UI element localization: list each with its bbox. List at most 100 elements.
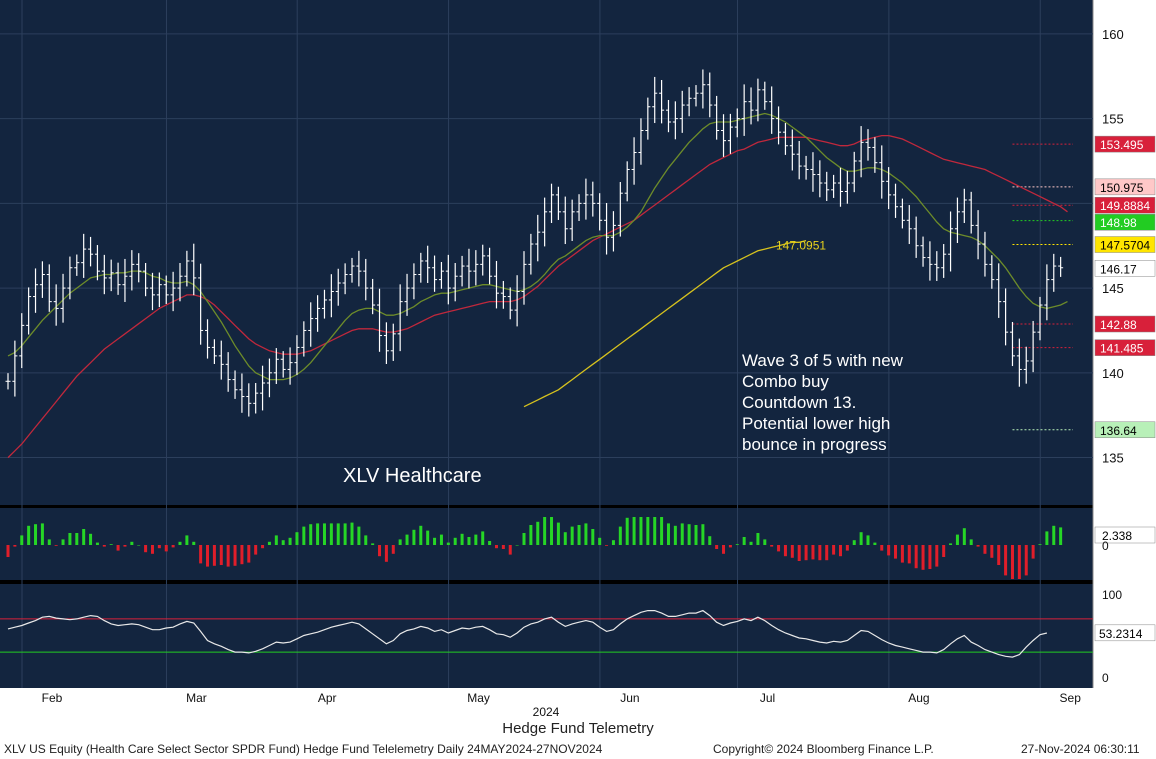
macd-histogram-bar: [997, 545, 1001, 565]
macd-histogram-bar: [336, 523, 340, 545]
macd-histogram-bar: [322, 523, 326, 545]
macd-histogram-bar: [474, 534, 478, 545]
macd-histogram-bar: [89, 533, 93, 545]
macd-histogram-bar: [728, 545, 732, 548]
macd-histogram-bar: [426, 530, 430, 545]
macd-histogram-bar: [715, 545, 719, 549]
macd-histogram-bar: [804, 545, 808, 561]
month-label: Sep: [1060, 691, 1082, 705]
macd-histogram-bar: [825, 545, 829, 561]
macd-histogram-bar: [446, 542, 450, 545]
macd-histogram-bar: [680, 523, 684, 545]
rsi-tick-label: 0: [1102, 671, 1109, 685]
rsi-tick-label: 100: [1102, 588, 1122, 602]
macd-histogram-bar: [467, 537, 471, 545]
macd-histogram-bar: [343, 523, 347, 545]
macd-histogram-bar: [529, 525, 533, 545]
macd-histogram-bar: [838, 545, 842, 557]
price-tick-label: 145: [1102, 281, 1124, 296]
macd-histogram-bar: [357, 526, 361, 545]
macd-histogram-bar: [27, 525, 31, 545]
macd-histogram-bar: [40, 523, 44, 545]
macd-histogram-bar: [274, 535, 278, 545]
macd-histogram-bar: [1052, 525, 1056, 545]
macd-histogram-bar: [845, 545, 849, 551]
macd-histogram-bar: [1024, 545, 1028, 576]
chart-canvas: 135140145150155160FebMarAprMayJunJulAugS…: [0, 0, 1156, 720]
macd-histogram-bar: [350, 522, 354, 545]
macd-histogram-bar: [763, 539, 767, 545]
month-label: Mar: [186, 691, 207, 705]
macd-histogram-bar: [955, 534, 959, 545]
macd-histogram-bar: [1004, 545, 1008, 576]
macd-histogram-bar: [949, 543, 953, 545]
price-level-label: 148.98: [1100, 216, 1137, 230]
year-label: 2024: [533, 705, 560, 719]
macd-histogram-bar: [777, 545, 781, 552]
macd-histogram-bar: [701, 524, 705, 545]
macd-histogram-bar: [68, 533, 72, 545]
macd-histogram-bar: [439, 534, 443, 545]
macd-histogram-bar: [419, 525, 423, 545]
macd-histogram-bar: [921, 545, 925, 570]
macd-histogram-bar: [797, 545, 801, 561]
price-level-label: 150.975: [1100, 181, 1144, 195]
chart-annotation-line: bounce in progress: [742, 435, 887, 454]
macd-histogram-bar: [1010, 545, 1014, 579]
macd-histogram-bar: [460, 533, 464, 545]
macd-histogram-bar: [508, 545, 512, 555]
panel-divider: [0, 505, 1093, 508]
macd-histogram-bar: [536, 521, 540, 545]
macd-histogram-bar: [914, 545, 918, 569]
macd-histogram-bar: [240, 545, 244, 565]
macd-histogram-bar: [673, 525, 677, 545]
macd-histogram-bar: [976, 545, 980, 547]
macd-zero-label: 0: [1102, 539, 1109, 553]
macd-histogram-bar: [962, 528, 966, 545]
macd-histogram-bar: [550, 517, 554, 545]
macd-histogram-bar: [660, 517, 664, 545]
macd-histogram-bar: [873, 542, 877, 545]
month-label: Feb: [42, 691, 63, 705]
macd-histogram-bar: [852, 540, 856, 545]
macd-histogram-bar: [247, 545, 251, 563]
rsi-panel-background: [0, 584, 1093, 688]
macd-histogram-bar: [584, 523, 588, 545]
macd-histogram-bar: [742, 537, 746, 545]
macd-histogram-bar: [384, 545, 388, 562]
macd-histogram-bar: [515, 545, 519, 546]
macd-histogram-bar: [832, 545, 836, 555]
month-label: Jun: [620, 691, 639, 705]
macd-histogram-bar: [329, 523, 333, 545]
month-label: Apr: [318, 691, 337, 705]
month-label: Aug: [908, 691, 929, 705]
price-tick-label: 135: [1102, 451, 1124, 466]
macd-histogram-bar: [735, 544, 739, 545]
macd-histogram-bar: [928, 545, 932, 569]
macd-histogram-bar: [102, 545, 106, 547]
macd-histogram-bar: [563, 532, 567, 545]
panel-divider: [0, 580, 1093, 584]
macd-histogram-bar: [543, 517, 547, 545]
macd-histogram-bar: [749, 541, 753, 545]
macd-histogram-bar: [887, 545, 891, 556]
macd-histogram-bar: [309, 524, 313, 545]
macd-histogram-bar: [47, 539, 51, 545]
macd-histogram-bar: [288, 537, 292, 545]
macd-histogram-bar: [398, 539, 402, 545]
macd-histogram-bar: [639, 517, 643, 545]
macd-histogram-bar: [144, 545, 148, 553]
macd-histogram-bar: [756, 533, 760, 545]
macd-histogram-bar: [109, 544, 113, 545]
macd-histogram-bar: [618, 526, 622, 545]
macd-histogram-bar: [811, 545, 815, 560]
macd-histogram-bar: [157, 545, 161, 549]
chart-title: XLV Healthcare: [343, 465, 482, 487]
macd-histogram-bar: [405, 534, 409, 545]
chart-annotation-line: Combo buy: [742, 372, 829, 391]
macd-histogram-bar: [859, 532, 863, 545]
macd-histogram-bar: [233, 545, 237, 566]
macd-histogram-bar: [1017, 545, 1021, 579]
macd-histogram-bar: [522, 533, 526, 545]
macd-histogram-bar: [1059, 527, 1063, 545]
